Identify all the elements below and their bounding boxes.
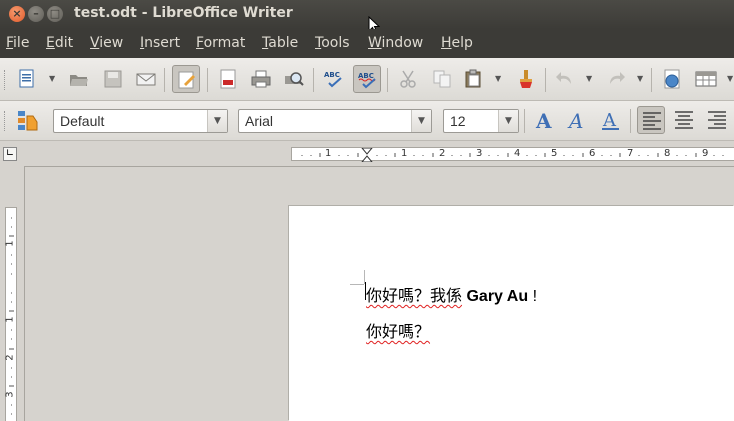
horizontal-ruler[interactable]: 1 1 2 3 4 5 6 7 8 9 (291, 147, 734, 162)
font-size-combo[interactable]: 12 ▼ (443, 109, 519, 133)
save-icon[interactable] (99, 65, 127, 93)
menu-insert[interactable]: Insert (140, 35, 180, 51)
menu-table[interactable]: Table (262, 35, 298, 51)
font-name-combo[interactable]: Arial ▼ (238, 109, 432, 133)
ruler-label: 1 (4, 316, 16, 323)
navigator-icon[interactable] (658, 65, 686, 93)
document-page[interactable] (289, 206, 734, 421)
font-size-value: 12 (450, 113, 466, 129)
menu-tools[interactable]: Tools (315, 35, 350, 51)
ruler-label: 6 (589, 148, 596, 159)
clone-formatting-icon[interactable] (511, 65, 539, 93)
ruler-label: 8 (664, 148, 671, 159)
menu-file[interactable]: File (6, 35, 29, 51)
email-icon[interactable] (132, 65, 160, 93)
print-icon[interactable] (247, 65, 275, 93)
font-name-value: Arial (245, 113, 274, 129)
font-size-dropdown-button[interactable]: ▼ (498, 110, 518, 132)
paragraph-1-bold-name: Gary Au (466, 288, 529, 305)
paragraph-2-cjk-text: 你好嗎？ (366, 324, 431, 341)
window-title: test.odt - LibreOffice Writer (74, 5, 293, 21)
ruler-bar: ∟ 1 1 2 3 4 5 6 7 8 9 (0, 141, 734, 166)
menu-format[interactable]: Format (196, 35, 245, 51)
table-dropdown-arrow[interactable]: ▼ (727, 65, 734, 93)
paragraph-1[interactable]: 你好嗎？我係 Gary Au ! (366, 282, 537, 306)
italic-icon[interactable]: A (563, 106, 591, 134)
align-center-icon[interactable] (670, 106, 698, 134)
align-right-icon[interactable] (703, 106, 731, 134)
ruler-label: 5 (551, 148, 558, 159)
align-left-icon[interactable] (637, 106, 665, 134)
ruler-label: 1 (325, 148, 332, 159)
maximize-window-button[interactable]: □ (47, 6, 63, 22)
menu-edit[interactable]: Edit (46, 35, 73, 51)
underline-icon[interactable]: A (596, 106, 624, 134)
vertical-ruler[interactable]: 1 1 2 3 (5, 207, 17, 421)
new-document-icon[interactable] (13, 65, 41, 93)
ruler-label: 1 (401, 148, 408, 159)
redo-icon[interactable] (602, 65, 630, 93)
svg-text:A: A (602, 110, 617, 131)
spellcheck-icon[interactable]: ABC (320, 65, 348, 93)
ruler-label: 1 (4, 240, 16, 247)
formatting-toolbar: Default ▼ Arial ▼ 12 ▼ A A A (0, 101, 734, 141)
table-icon[interactable] (691, 65, 719, 93)
paragraph-style-dropdown-button[interactable]: ▼ (207, 110, 227, 132)
toolbar-grip[interactable] (4, 70, 7, 90)
copy-icon[interactable] (428, 65, 456, 93)
undo-icon[interactable] (551, 65, 579, 93)
cut-icon[interactable] (394, 65, 422, 93)
standard-toolbar: ▼ ABC ABC ▼ ▼ ▼ ▼ (0, 58, 734, 101)
open-icon[interactable] (65, 65, 93, 93)
paragraph-style-value: Default (60, 113, 105, 129)
undo-dropdown-arrow[interactable]: ▼ (586, 65, 594, 93)
tab-stop-selector[interactable]: ∟ (3, 147, 17, 161)
ruler-label: 3 (4, 391, 16, 398)
text-boundary-mark (350, 284, 364, 285)
close-window-button[interactable]: × (9, 6, 25, 22)
print-preview-icon[interactable] (280, 65, 308, 93)
new-dropdown-arrow[interactable]: ▼ (49, 65, 57, 93)
styles-icon[interactable] (13, 106, 41, 134)
paragraph-style-combo[interactable]: Default ▼ (53, 109, 228, 133)
bold-icon[interactable]: A (530, 106, 558, 134)
paste-icon[interactable] (460, 65, 488, 93)
ruler-label: 4 (514, 148, 521, 159)
svg-text:A: A (535, 110, 552, 132)
menu-help[interactable]: Help (441, 35, 473, 51)
toolbar-grip[interactable] (4, 111, 7, 131)
paste-dropdown-arrow[interactable]: ▼ (495, 65, 503, 93)
menu-bar: File Edit View Insert Format Table Tools… (0, 29, 734, 58)
ruler-label: 2 (4, 354, 16, 361)
ruler-label: 2 (439, 148, 446, 159)
paragraph-2[interactable]: 你好嗎？ (366, 318, 430, 342)
ruler-label: 7 (627, 148, 634, 159)
minimize-window-button[interactable]: – (28, 6, 44, 22)
ruler-label: 9 (702, 148, 709, 159)
title-bar: × – □ test.odt - LibreOffice Writer (0, 0, 734, 34)
export-pdf-icon[interactable] (214, 65, 242, 93)
paragraph-1-cjk-text: 你好嗎？我係 (366, 288, 463, 305)
ruler-label: 3 (476, 148, 483, 159)
svg-text:ABC: ABC (324, 71, 340, 79)
autospellcheck-icon[interactable]: ABC (353, 65, 381, 93)
edit-mode-icon[interactable] (172, 65, 200, 93)
menu-window[interactable]: Window (368, 35, 423, 51)
paragraph-1-ending: ! (528, 288, 538, 305)
redo-dropdown-arrow[interactable]: ▼ (637, 65, 645, 93)
font-name-dropdown-button[interactable]: ▼ (411, 110, 431, 132)
menu-view[interactable]: View (90, 35, 123, 51)
svg-text:A: A (567, 110, 583, 132)
